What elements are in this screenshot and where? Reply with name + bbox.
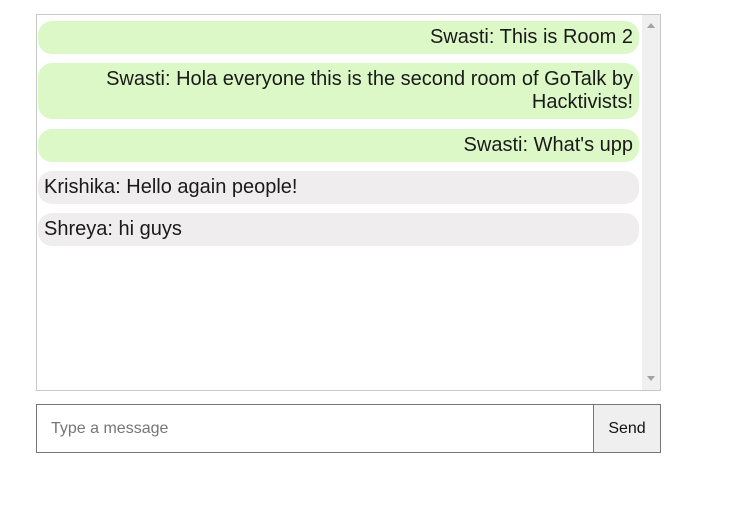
message-bubble-other: Krishika: Hello again people! — [38, 171, 639, 204]
send-button[interactable]: Send — [593, 404, 661, 453]
scrollbar[interactable] — [642, 15, 660, 390]
scroll-up-arrow-icon[interactable] — [647, 23, 655, 28]
message-bubble-own: Swasti: Hola everyone this is the second… — [38, 63, 639, 119]
scroll-down-arrow-icon[interactable] — [647, 376, 655, 381]
message-bubble-own: Swasti: This is Room 2 — [38, 21, 639, 54]
message-list[interactable]: Swasti: This is Room 2 Swasti: Hola ever… — [37, 15, 642, 390]
message-input[interactable] — [36, 404, 593, 453]
message-bubble-other: Shreya: hi guys — [38, 213, 639, 246]
message-bubble-own: Swasti: What's upp — [38, 129, 639, 162]
chat-window: Swasti: This is Room 2 Swasti: Hola ever… — [36, 14, 661, 391]
message-composer: Send — [36, 404, 661, 453]
